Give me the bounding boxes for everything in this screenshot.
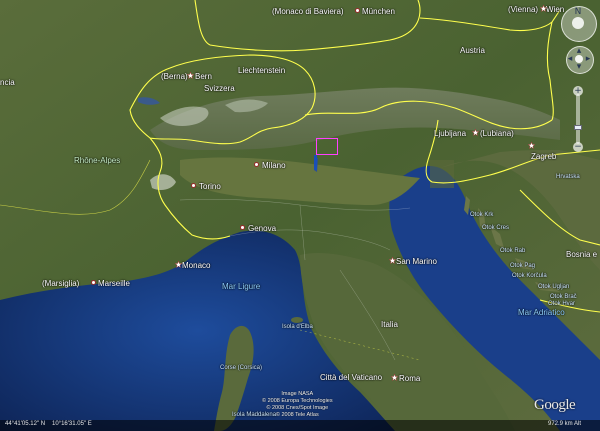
label-genova[interactable]: Genova	[248, 224, 276, 233]
city-dot-icon	[254, 162, 259, 167]
label-corse[interactable]: Corse (Corsica)	[220, 364, 262, 373]
longitude-readout: 10°16'31.05" E	[52, 421, 92, 427]
capital-star-icon	[175, 261, 182, 268]
label-munchen[interactable]: München	[362, 7, 395, 16]
arrow-right-icon[interactable]: ▸	[584, 54, 592, 64]
imagery-credits: Image NASA © 2008 Europa Technologies © …	[262, 391, 333, 419]
capital-star-icon	[391, 374, 398, 381]
city-dot-icon	[355, 8, 360, 13]
arrow-down-icon[interactable]: ▾	[574, 62, 584, 72]
city-dot-icon	[240, 225, 245, 230]
capital-star-icon	[187, 72, 194, 79]
label-marseille-alt[interactable]: (Marsiglia)	[42, 279, 79, 288]
label-vaticano[interactable]: Città del Vaticano	[320, 373, 382, 382]
label-zagreb[interactable]: Zagreb	[531, 152, 556, 161]
label-otok-rab[interactable]: Otok Rab	[500, 247, 525, 256]
label-munchen-alt[interactable]: (Monaco di Baviera)	[272, 7, 344, 16]
label-berna[interactable]: (Berna)	[161, 72, 188, 81]
map-view[interactable]: (Monaco di Baviera) München (Vienna) Wie…	[0, 0, 600, 431]
capital-star-icon	[540, 5, 547, 12]
credit-line: Image NASA	[281, 391, 314, 397]
label-otok-krk[interactable]: Otok Krk	[470, 211, 493, 220]
label-wien-alt[interactable]: (Vienna)	[508, 5, 538, 14]
label-mar-adriatico[interactable]: Mar Adriatico	[518, 308, 565, 317]
altitude-readout: 972.9 km Alt	[548, 421, 582, 427]
label-svizzera[interactable]: Svizzera	[204, 84, 235, 93]
credit-line: © 2008 Tele Atlas	[275, 412, 319, 418]
label-otok-hvar[interactable]: Otok Hvar	[548, 300, 575, 309]
google-logo: Google	[534, 397, 576, 413]
credit-line: © 2008 Cnes/Spot Image	[266, 405, 329, 411]
arrow-left-icon[interactable]: ◂	[566, 54, 574, 64]
label-otok-cres[interactable]: Otok Cres	[482, 224, 509, 233]
north-indicator[interactable]: N	[573, 7, 583, 17]
label-bosnia[interactable]: Bosnia e	[566, 250, 597, 259]
eye-icon[interactable]	[572, 17, 584, 29]
label-liechtenstein[interactable]: Liechtenstein	[238, 66, 285, 75]
label-isola-elba[interactable]: Isola d'Elba	[282, 323, 313, 332]
zoom-thumb[interactable]	[574, 125, 582, 131]
label-bern[interactable]: Bern	[195, 72, 212, 81]
satellite-imagery	[0, 0, 600, 431]
capital-star-icon	[528, 142, 535, 149]
label-otok-pag[interactable]: Otok Pag	[510, 262, 535, 271]
label-san-marino[interactable]: San Marino	[396, 257, 437, 266]
zoom-out-button[interactable]: −	[573, 142, 583, 152]
placemark-box[interactable]	[316, 138, 338, 155]
label-roma[interactable]: Roma	[399, 374, 420, 383]
label-hrvatska[interactable]: Hrvatska	[556, 173, 580, 182]
look-control[interactable]: N	[561, 6, 597, 42]
latitude-readout: 44°41'05.12" N	[5, 421, 46, 427]
zoom-slider[interactable]: + −	[573, 86, 583, 152]
city-dot-icon	[191, 183, 196, 188]
label-italia[interactable]: Italia	[381, 320, 398, 329]
city-dot-icon	[91, 280, 96, 285]
label-rhone-alpes[interactable]: Rhône-Alpes	[74, 156, 120, 165]
zoom-track[interactable]	[576, 94, 580, 144]
label-ljubljana[interactable]: Ljubljana	[434, 129, 466, 138]
label-austria[interactable]: Austria	[460, 46, 485, 55]
placemark-pin-icon[interactable]	[314, 155, 317, 170]
move-control[interactable]: ▴ ▾ ◂ ▸	[566, 46, 594, 74]
label-monaco[interactable]: Monaco	[182, 261, 210, 270]
label-milano[interactable]: Milano	[262, 161, 286, 170]
zoom-in-button[interactable]: +	[573, 86, 583, 96]
status-bar: 44°41'05.12" N 10°16'31.05" E 972.9 km A…	[0, 420, 600, 431]
capital-star-icon	[472, 129, 479, 136]
label-otok-korcula[interactable]: Otok Korčula	[512, 272, 547, 281]
label-lubiana[interactable]: (Lubiana)	[480, 129, 514, 138]
credit-line: © 2008 Europa Technologies	[262, 398, 333, 404]
label-francia[interactable]: ncia	[0, 78, 15, 87]
capital-star-icon	[389, 257, 396, 264]
arrow-up-icon[interactable]: ▴	[574, 46, 584, 56]
label-torino[interactable]: Torino	[199, 182, 221, 191]
label-otok-ugljan[interactable]: Otok Ugljan	[538, 283, 569, 292]
label-mar-ligure[interactable]: Mar Ligure	[222, 282, 260, 291]
label-marseille[interactable]: Marseille	[98, 279, 130, 288]
